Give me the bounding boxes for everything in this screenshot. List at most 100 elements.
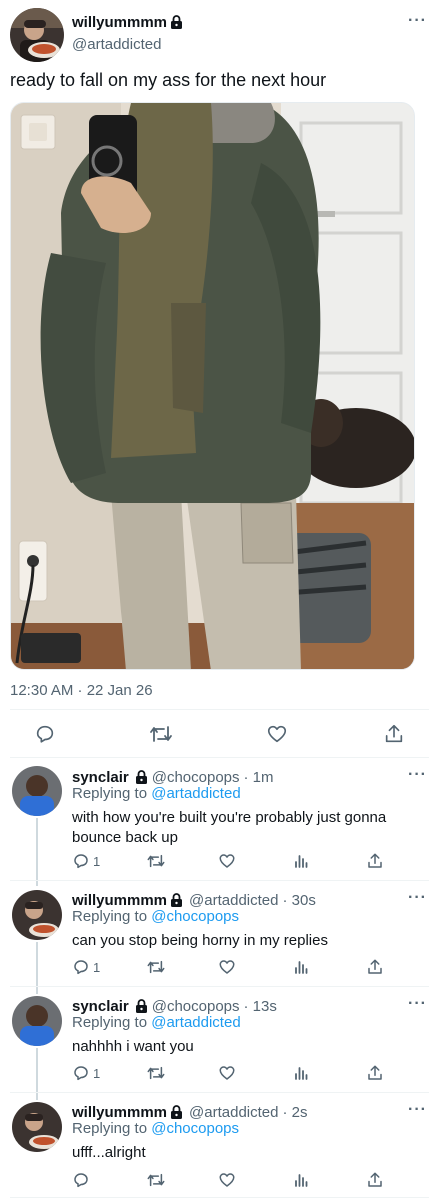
handle[interactable]: @artaddicted <box>72 36 161 53</box>
display-name[interactable]: synclair <box>72 998 129 1015</box>
replying-to-label: Replying to <box>72 785 152 802</box>
handle[interactable]: @chocopops <box>152 769 240 786</box>
retweet-icon <box>150 726 172 742</box>
user-avatar-icon <box>12 996 62 1046</box>
avatar[interactable] <box>12 766 62 816</box>
reply-action-bar <box>0 1171 439 1191</box>
heart-icon <box>219 960 235 974</box>
retweet-button[interactable] <box>146 852 166 870</box>
retweet-button[interactable] <box>146 958 166 976</box>
user-avatar-icon <box>12 1102 62 1152</box>
avatar[interactable] <box>12 1102 62 1152</box>
stats-button[interactable] <box>293 959 309 975</box>
display-name[interactable]: willyummmm <box>72 892 167 909</box>
reply-icon <box>74 1173 88 1188</box>
like-button[interactable] <box>218 958 236 976</box>
reply-icon <box>74 1066 88 1081</box>
like-button[interactable] <box>218 852 236 870</box>
handle[interactable]: @chocopops <box>152 998 240 1015</box>
reply-button[interactable]: 1 <box>72 1064 100 1082</box>
lock-icon <box>171 15 183 29</box>
more-options-icon[interactable]: ··· <box>408 1101 427 1119</box>
avatar[interactable] <box>10 8 64 62</box>
stats-icon <box>295 961 308 974</box>
reply-count: 1 <box>93 959 101 975</box>
stats-icon <box>295 1067 308 1080</box>
stats-button[interactable] <box>293 1172 309 1188</box>
share-icon <box>368 853 382 868</box>
more-options-icon[interactable]: ··· <box>408 766 427 784</box>
replying-to-label: Replying to <box>72 1120 152 1137</box>
share-icon <box>368 1065 382 1080</box>
replying-to-link[interactable]: @artaddicted <box>151 785 240 802</box>
stats-button[interactable] <box>293 1065 309 1081</box>
share-button[interactable] <box>383 723 405 745</box>
handle[interactable]: @artaddicted <box>189 892 278 909</box>
share-button[interactable] <box>366 852 384 870</box>
retweet-icon <box>147 854 165 868</box>
lock-icon <box>171 1105 183 1119</box>
display-name[interactable]: synclair <box>72 769 129 786</box>
replying-to-label: Replying to <box>72 1014 152 1031</box>
more-options-icon[interactable]: ··· <box>408 889 427 907</box>
heart-icon <box>219 1066 235 1080</box>
like-button[interactable] <box>218 1064 236 1082</box>
replying-to-label: Replying to <box>72 908 152 925</box>
share-icon <box>385 724 403 743</box>
lock-icon <box>135 770 147 784</box>
like-button[interactable] <box>266 723 288 745</box>
share-icon <box>368 1172 382 1187</box>
retweet-icon <box>147 1173 165 1187</box>
like-button[interactable] <box>218 1171 236 1189</box>
reply-text: can you stop being horny in my replies <box>72 932 328 949</box>
reply-count: 1 <box>93 1065 101 1081</box>
avatar[interactable] <box>12 996 62 1046</box>
retweet-button[interactable] <box>148 723 174 745</box>
share-button[interactable] <box>366 1064 384 1082</box>
heart-icon <box>267 725 287 743</box>
display-name[interactable]: willyummmm <box>72 1104 167 1121</box>
heart-icon <box>219 1173 235 1187</box>
divider <box>10 1092 429 1093</box>
reply-time[interactable]: · 1m <box>244 769 274 786</box>
more-options-icon[interactable]: ··· <box>408 995 427 1013</box>
replying-to-link[interactable]: @chocopops <box>151 908 239 925</box>
retweet-button[interactable] <box>146 1171 166 1189</box>
display-name[interactable]: willyummmm <box>72 14 167 31</box>
retweet-button[interactable] <box>146 1064 166 1082</box>
reply-icon <box>36 725 54 743</box>
reply-icon <box>74 854 88 869</box>
more-options-icon[interactable]: ··· <box>408 12 427 30</box>
divider <box>10 1197 429 1198</box>
reply-button[interactable]: 1 <box>72 852 100 870</box>
user-avatar-icon <box>12 766 62 816</box>
mirror-selfie-photo <box>11 103 414 669</box>
reply-button[interactable] <box>72 1171 93 1189</box>
reply-time[interactable]: · 30s <box>282 892 315 909</box>
stats-button[interactable] <box>293 853 309 869</box>
handle[interactable]: @artaddicted <box>189 1104 278 1121</box>
reply-count: 1 <box>93 853 101 869</box>
reply-button[interactable] <box>34 723 56 745</box>
tweet-photo[interactable] <box>10 102 415 670</box>
retweet-icon <box>147 960 165 974</box>
reply-button[interactable]: 1 <box>72 958 100 976</box>
tweet-action-bar <box>0 718 439 750</box>
timestamp[interactable]: 12:30 AM · 22 Jan 26 <box>10 682 153 699</box>
replying-to-link[interactable]: @artaddicted <box>151 1014 240 1031</box>
stats-icon <box>295 855 308 868</box>
heart-icon <box>219 854 235 868</box>
share-button[interactable] <box>366 958 384 976</box>
reply-action-bar: 1 <box>0 958 439 978</box>
replying-to-link[interactable]: @chocopops <box>151 1120 239 1137</box>
share-button[interactable] <box>366 1171 384 1189</box>
share-icon <box>368 959 382 974</box>
divider <box>10 757 429 758</box>
reply-icon <box>74 960 88 975</box>
reply-action-bar: 1 <box>0 1064 439 1084</box>
retweet-icon <box>147 1066 165 1080</box>
reply-time[interactable]: · 2s <box>282 1104 307 1121</box>
avatar[interactable] <box>12 890 62 940</box>
reply-time[interactable]: · 13s <box>244 998 277 1015</box>
user-avatar-icon <box>12 890 62 940</box>
